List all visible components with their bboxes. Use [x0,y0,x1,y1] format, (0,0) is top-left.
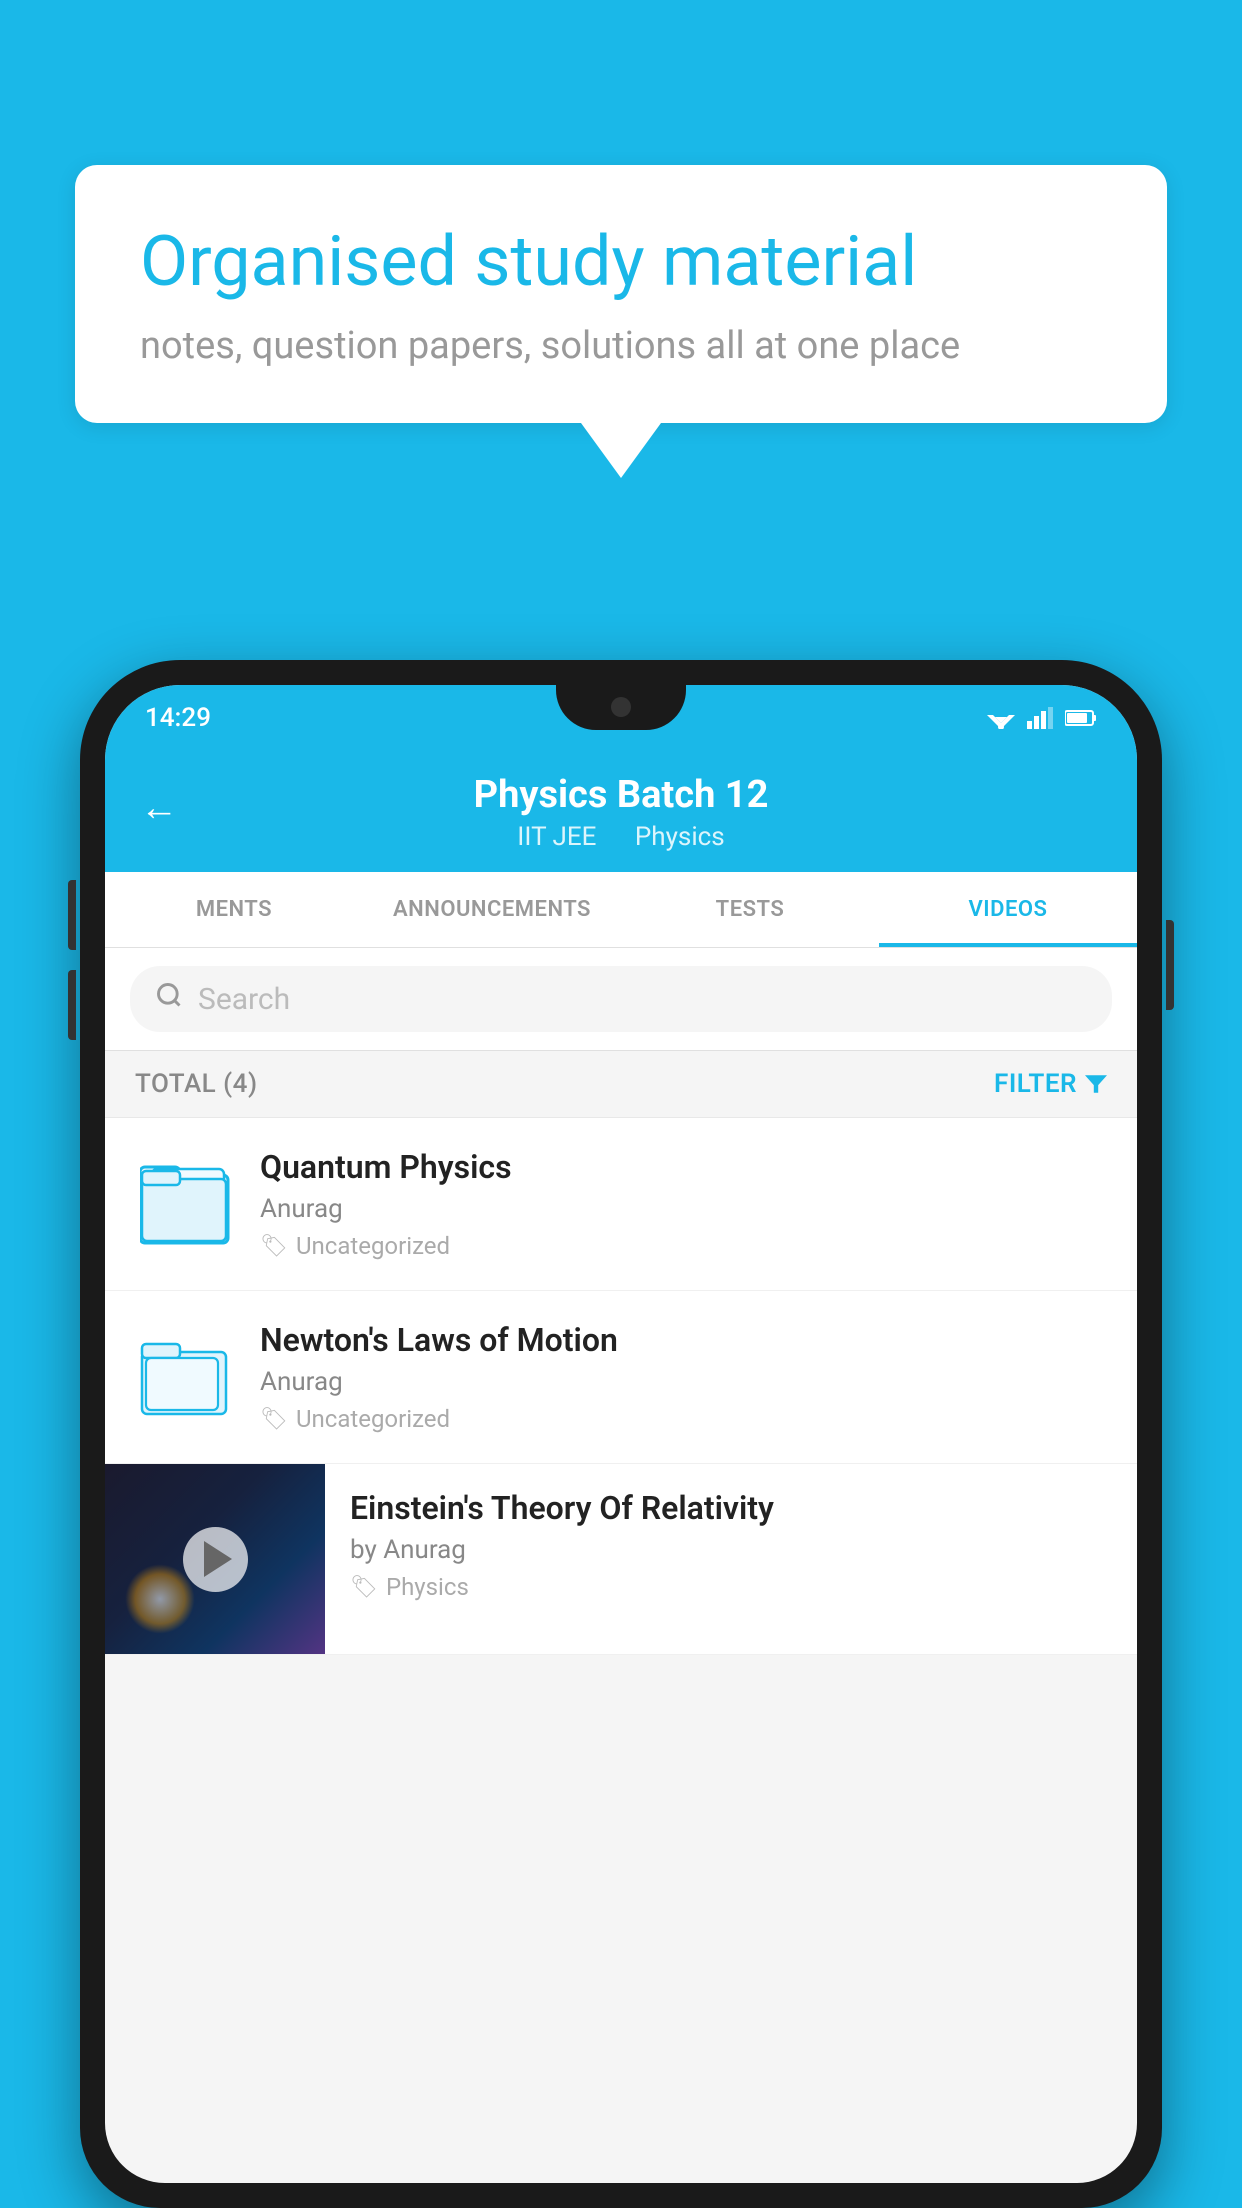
header-title: Physics Batch 12 [145,773,1097,817]
folder-icon [140,1330,230,1425]
tab-tests[interactable]: TESTS [621,872,879,947]
video-author: Anurag [260,1367,1107,1397]
wifi-icon [987,707,1015,729]
folder-icon [140,1157,230,1252]
video-title: Quantum Physics [260,1148,1107,1186]
speech-bubble: Organised study material notes, question… [75,165,1167,423]
tag-icon: 🏷 [260,1234,288,1259]
list-item[interactable]: Einstein's Theory Of Relativity by Anura… [105,1464,1137,1655]
volume-up-button [68,880,76,950]
item-info: Quantum Physics Anurag 🏷 Uncategorized [260,1148,1107,1260]
search-bar[interactable]: Search [130,966,1112,1032]
video-tag: 🏷 Uncategorized [260,1405,1107,1433]
item-thumbnail [135,1322,235,1432]
tag-icon: 🏷 [260,1407,288,1432]
search-container: Search [105,948,1137,1051]
subtitle-physics: Physics [635,822,725,852]
list-item[interactable]: Newton's Laws of Motion Anurag 🏷 Uncateg… [105,1291,1137,1464]
phone-screen: 14:29 [105,685,1137,2183]
play-icon [204,1541,232,1577]
volume-down-button [68,970,76,1040]
tab-bar: MENTS ANNOUNCEMENTS TESTS VIDEOS [105,872,1137,948]
filter-button[interactable]: FILTER [994,1069,1107,1099]
video-title: Newton's Laws of Motion [260,1321,1107,1359]
item-info: Einstein's Theory Of Relativity by Anura… [325,1464,1137,1626]
filter-row: TOTAL (4) FILTER [105,1051,1137,1118]
app-header: ← Physics Batch 12 IIT JEE Physics [105,743,1137,872]
tab-videos[interactable]: VIDEOS [879,872,1137,947]
signal-icon [1027,707,1053,729]
item-thumbnail [135,1149,235,1259]
tab-announcements[interactable]: ANNOUNCEMENTS [363,872,621,947]
video-tag: 🏷 Physics [350,1573,1112,1601]
bubble-arrow [581,423,661,478]
filter-icon [1085,1073,1107,1095]
total-count: TOTAL (4) [135,1069,258,1099]
video-tag: 🏷 Uncategorized [260,1232,1107,1260]
video-thumbnail [105,1464,325,1654]
power-button [1166,920,1174,1010]
battery-icon [1065,709,1097,727]
bubble-subtitle: notes, question papers, solutions all at… [140,324,1102,368]
item-info: Newton's Laws of Motion Anurag 🏷 Uncateg… [260,1321,1107,1433]
list-item[interactable]: Quantum Physics Anurag 🏷 Uncategorized [105,1118,1137,1291]
video-author: Anurag [260,1194,1107,1224]
phone-device: 14:29 [80,660,1162,2208]
search-placeholder: Search [198,982,290,1017]
header-subtitle: IIT JEE Physics [145,822,1097,852]
tag-icon: 🏷 [350,1575,378,1600]
search-icon [155,981,183,1017]
video-list: Quantum Physics Anurag 🏷 Uncategorized [105,1118,1137,1655]
status-time: 14:29 [145,703,211,733]
status-icons [987,707,1097,729]
tab-ments[interactable]: MENTS [105,872,363,947]
thumbnail-glow [125,1564,195,1634]
notch [556,685,686,730]
bubble-title: Organised study material [140,220,1102,304]
back-button[interactable]: ← [140,786,178,830]
play-button[interactable] [183,1527,248,1592]
subtitle-iitjee: IIT JEE [517,822,596,852]
speech-bubble-container: Organised study material notes, question… [75,165,1167,478]
video-author: by Anurag [350,1535,1112,1565]
video-title: Einstein's Theory Of Relativity [350,1489,1112,1527]
front-camera [611,697,631,717]
